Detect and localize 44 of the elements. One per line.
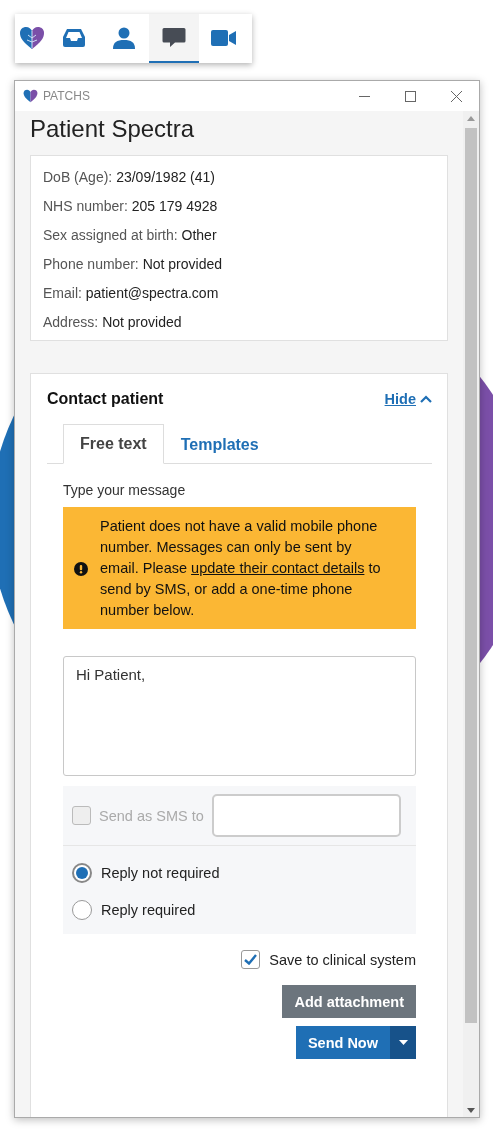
caret-icon	[398, 1040, 408, 1045]
radio-button[interactable]	[72, 862, 92, 883]
phone-field[interactable]	[211, 794, 401, 837]
radio-label: Reply not required	[101, 864, 220, 881]
scroll-down-icon[interactable]	[467, 1107, 475, 1113]
patient-name: Patient Spectra	[30, 115, 196, 143]
radio-label: Reply required	[101, 901, 196, 918]
detail-text: Email: patient@spectra.com	[43, 284, 220, 303]
send-now-button[interactable]: Send Now	[295, 1026, 390, 1059]
close-icon	[450, 90, 462, 102]
video-camera-icon	[211, 28, 237, 47]
detail-text: DoB (Age): 23/09/1982 (41)	[43, 168, 216, 187]
toolbar-tab[interactable]	[199, 14, 249, 63]
toolbar-tab[interactable]	[99, 14, 149, 63]
detail-text: Address: Not provided	[43, 313, 183, 332]
checkbox-label: Save to clinical system	[269, 951, 416, 968]
section-title: Contact patient	[47, 390, 164, 408]
toolbar-tab[interactable]	[15, 14, 49, 63]
maximize-icon	[404, 90, 416, 102]
chevron-icon	[420, 395, 432, 403]
radio-button[interactable]	[72, 899, 92, 920]
hide-link[interactable]: Hide	[384, 391, 432, 407]
checkbox-label: Send as SMS to	[99, 807, 204, 824]
field-label: Type your message	[63, 482, 187, 498]
save-checkbox[interactable]	[241, 950, 261, 969]
tab[interactable]: Free text	[63, 424, 164, 464]
add-attachment-button[interactable]: Add attachment	[282, 985, 416, 1018]
warning-text: Patient does not have a valid mobile phone number. Messages can only be sent by email. Please update their contact details to send by SMS, or add a one-time phone number below.	[100, 517, 382, 620]
detail-text: Sex assigned at birth: Other	[43, 226, 218, 245]
message-field[interactable]: Hi Patient,	[63, 656, 416, 776]
detail-text: NHS number: 205 179 4928	[43, 197, 219, 216]
update-contact-link[interactable]: update their contact details	[191, 560, 365, 576]
toolbar-tab[interactable]	[149, 14, 199, 63]
chat-icon	[162, 26, 186, 49]
inbox-icon	[62, 27, 86, 48]
scrollbar[interactable]	[463, 111, 479, 1117]
heart-logo-icon	[19, 25, 45, 50]
warning-icon	[74, 561, 88, 576]
dropdown-caret-button[interactable]	[390, 1026, 416, 1059]
detail-text: Phone number: Not provided	[43, 255, 223, 274]
heart-logo-icon	[23, 89, 38, 103]
window-title: PATCHS	[43, 89, 90, 103]
tab[interactable]: Templates	[163, 424, 276, 464]
person-icon	[112, 26, 136, 49]
